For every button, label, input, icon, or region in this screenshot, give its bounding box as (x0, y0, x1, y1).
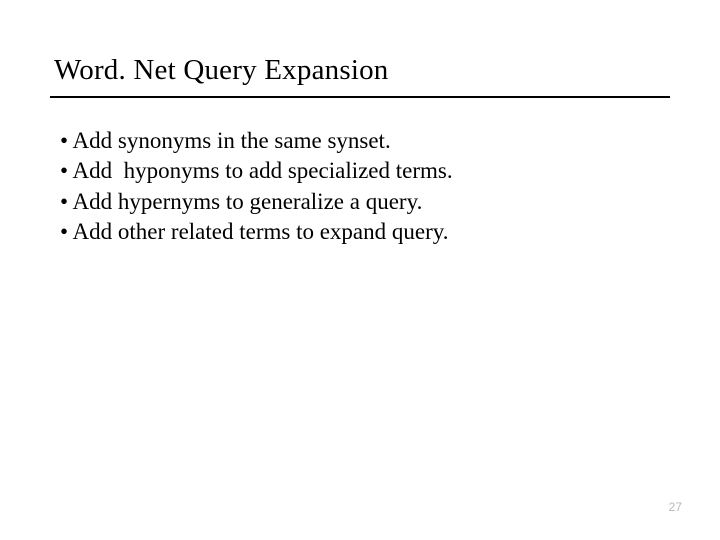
page-number: 27 (669, 500, 682, 514)
bullet-icon: • (60, 217, 68, 247)
slide: Word. Net Query Expansion • Add synonyms… (0, 0, 720, 540)
bullet-list: • Add synonyms in the same synset. • Add… (60, 126, 453, 247)
bullet-icon: • (60, 156, 68, 186)
list-item: • Add hyponyms to add specialized terms. (60, 156, 453, 186)
bullet-icon: • (60, 126, 68, 156)
bullet-icon: • (60, 187, 68, 217)
list-item: • Add hypernyms to generalize a query. (60, 187, 453, 217)
list-item-text: Add other related terms to expand query. (73, 219, 449, 244)
list-item-text: Add hyponyms to add specialized terms. (73, 158, 453, 183)
list-item-text: Add hypernyms to generalize a query. (73, 189, 423, 214)
title-underline (50, 96, 670, 98)
list-item: • Add other related terms to expand quer… (60, 217, 453, 247)
slide-title: Word. Net Query Expansion (54, 54, 388, 87)
list-item: • Add synonyms in the same synset. (60, 126, 453, 156)
list-item-text: Add synonyms in the same synset. (73, 128, 391, 153)
